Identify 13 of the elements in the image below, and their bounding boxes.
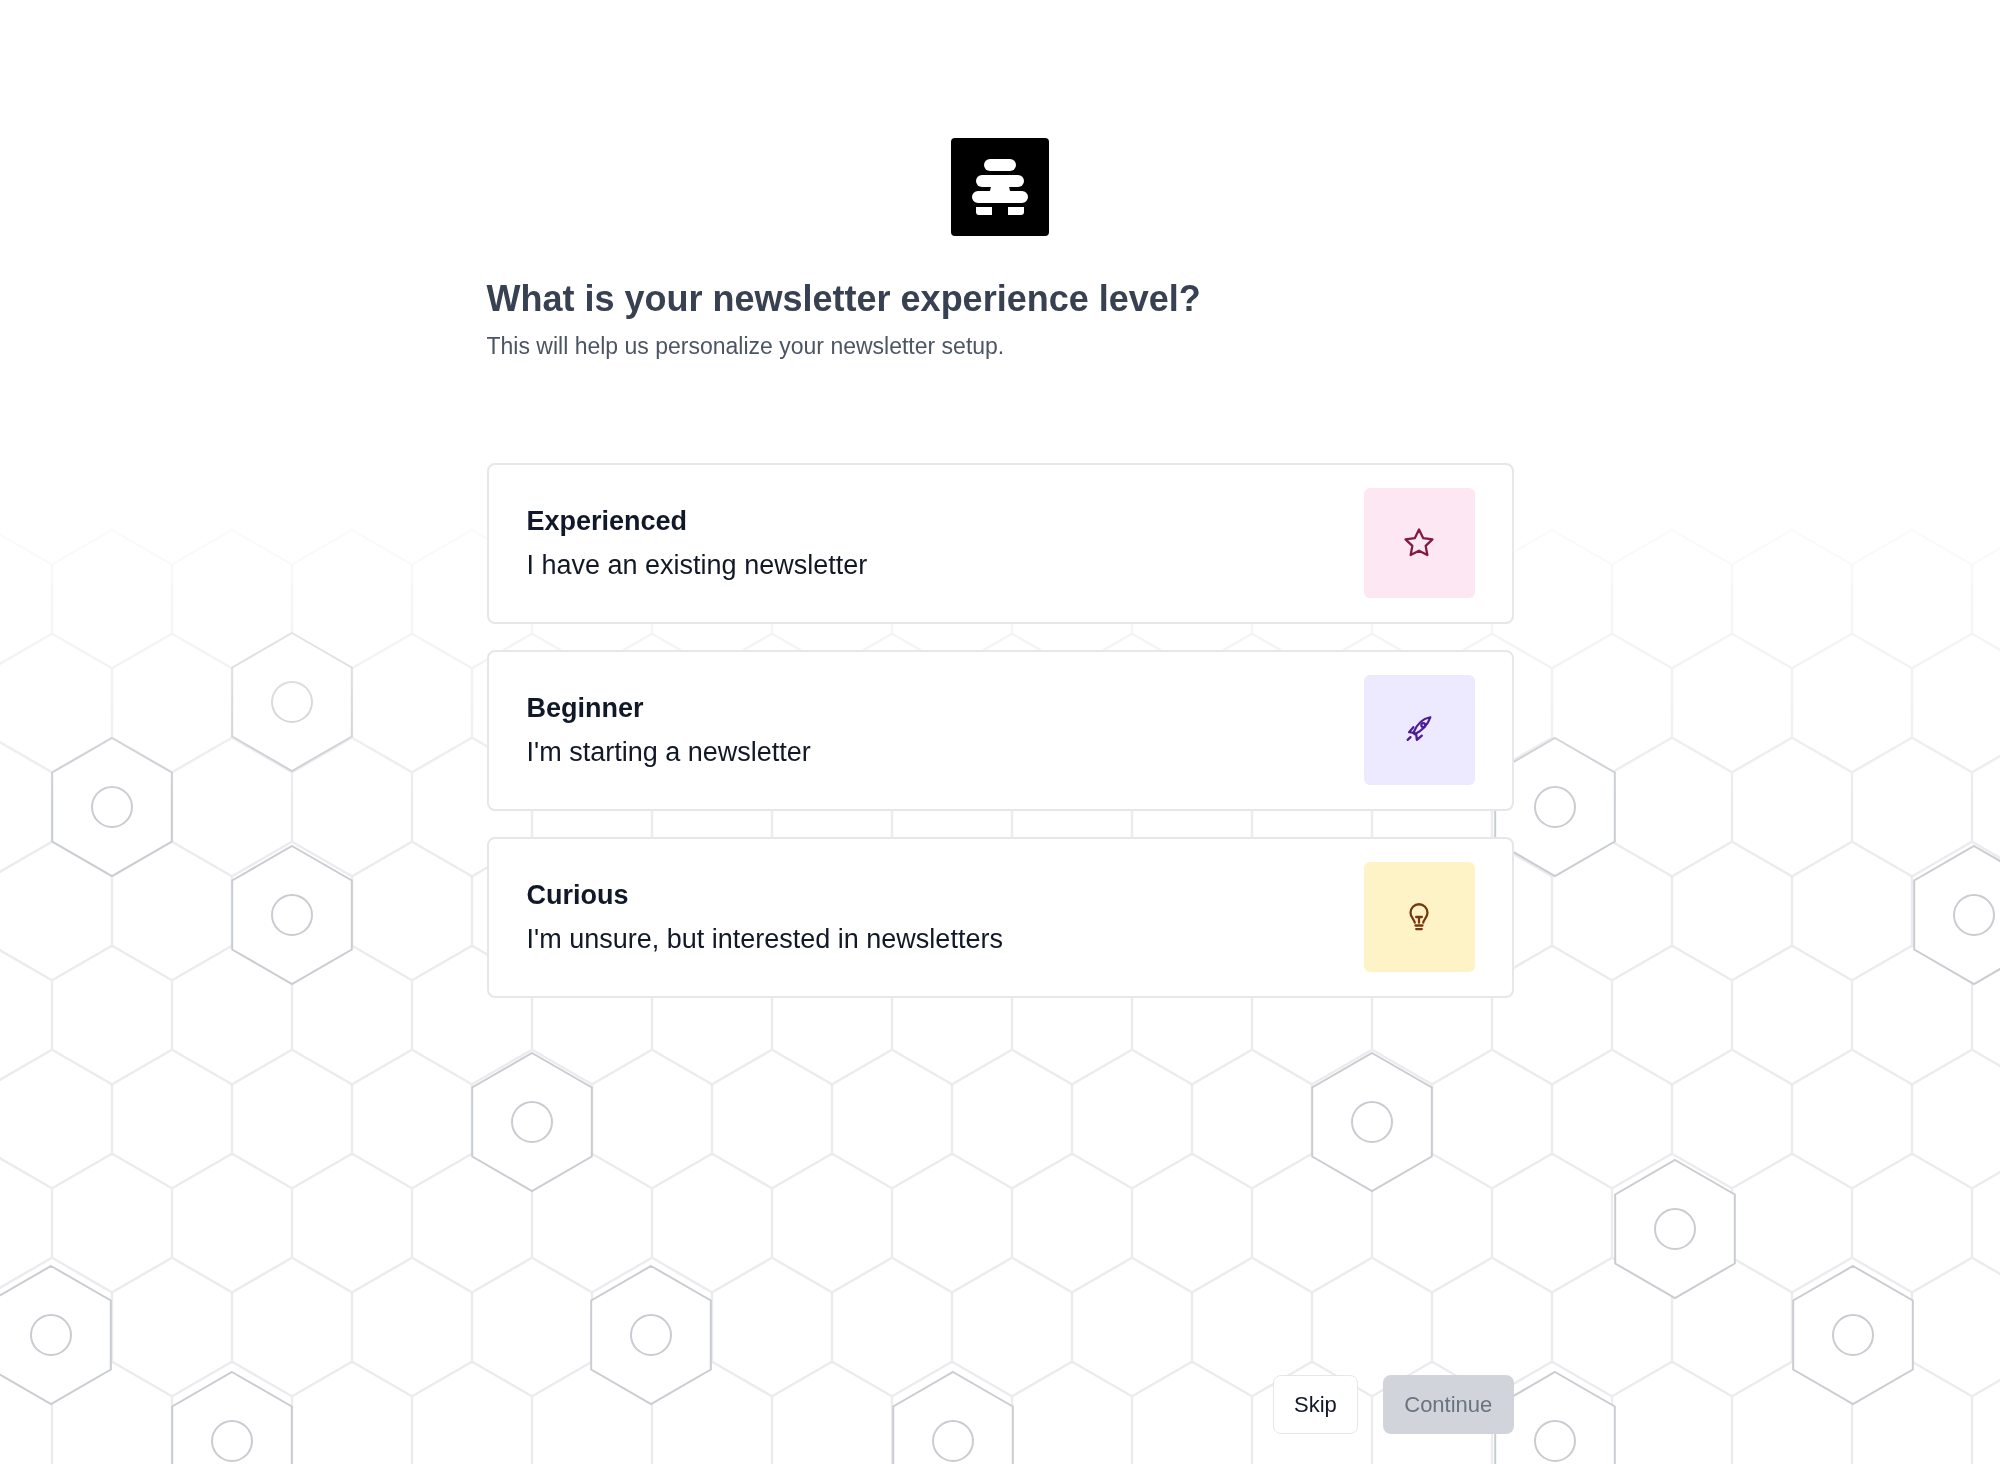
skip-button[interactable]: Skip	[1273, 1375, 1358, 1434]
option-card[interactable]: Beginner I'm starting a newsletter	[486, 649, 1514, 811]
beehive-icon	[970, 159, 1030, 215]
page-subtitle: This will help us personalize your newsletter setup.	[486, 332, 1006, 361]
option-card[interactable]: Experienced I have an existing newsletter	[486, 462, 1514, 624]
option-card[interactable]: Curious I'm unsure, but interested in newsletters	[486, 836, 1514, 998]
option-title: Curious	[526, 879, 630, 912]
option-description: I'm unsure, but interested in newsletters	[526, 922, 1003, 956]
option-title: Experienced	[526, 505, 689, 538]
option-description: I have an existing newsletter	[526, 548, 868, 582]
page-heading: What is your newsletter experience level?	[486, 277, 1202, 321]
option-title: Beginner	[526, 692, 645, 725]
option-description: I'm starting a newsletter	[526, 735, 811, 769]
